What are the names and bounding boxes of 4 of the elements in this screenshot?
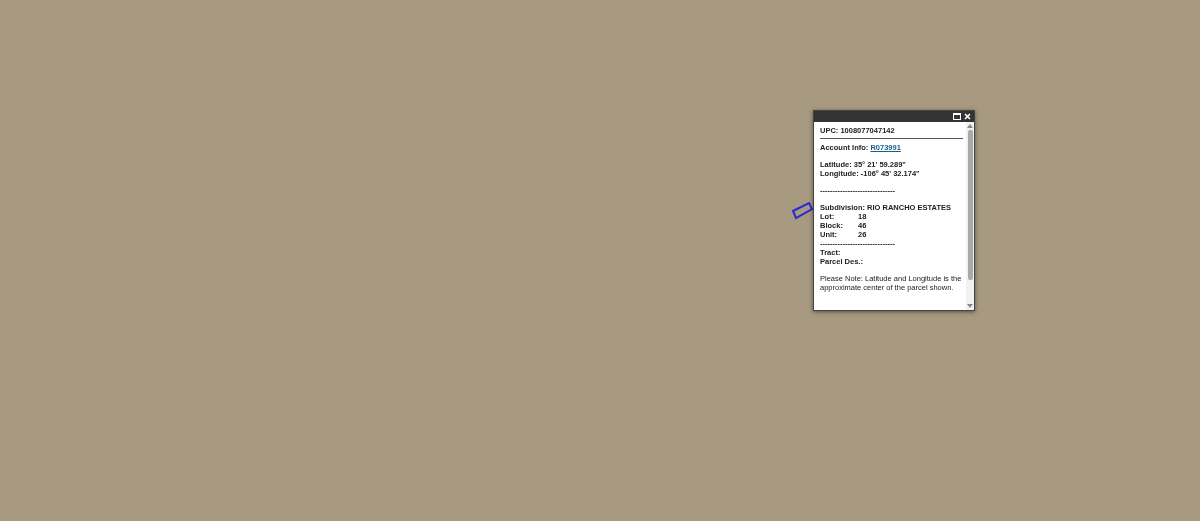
scrollbar[interactable] bbox=[966, 122, 974, 310]
close-icon[interactable] bbox=[964, 113, 971, 120]
parcel-outline bbox=[791, 201, 814, 220]
maximize-icon[interactable] bbox=[953, 113, 961, 120]
